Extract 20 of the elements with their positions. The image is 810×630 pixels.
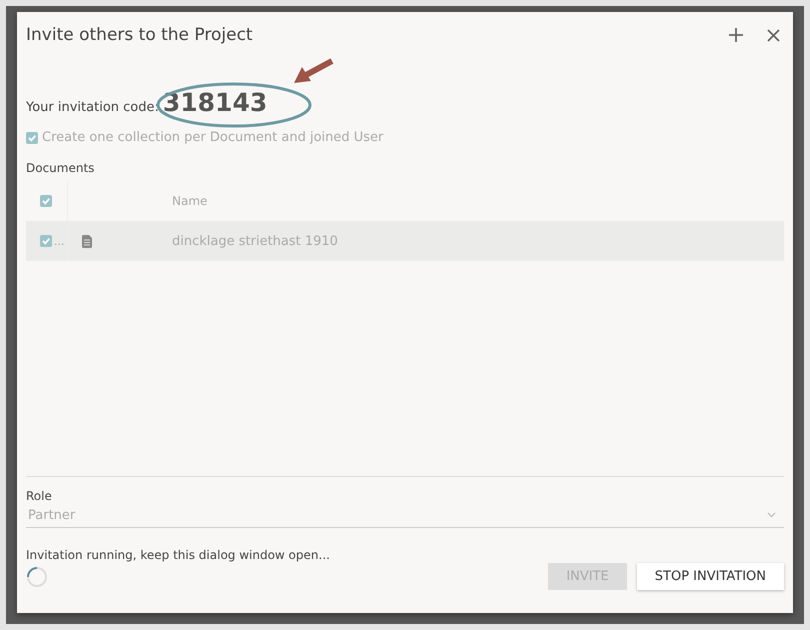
checkbox[interactable] bbox=[40, 195, 52, 207]
chevron-down-icon bbox=[767, 512, 776, 518]
column-header: Name bbox=[172, 194, 208, 208]
status-text: Invitation running, keep this dialog window open... bbox=[26, 548, 330, 562]
invitation-code: 318143 bbox=[162, 88, 268, 117]
field-label: Role bbox=[26, 489, 53, 503]
table-row[interactable]: ... dincklage striethast 1910 bbox=[26, 221, 784, 261]
option-label: Create one collection per Document and joined User bbox=[42, 130, 384, 145]
arrow-icon bbox=[292, 56, 336, 86]
checkbox[interactable] bbox=[40, 235, 52, 247]
checkbox[interactable] bbox=[26, 132, 38, 144]
spinner-icon bbox=[26, 566, 48, 588]
role-select[interactable]: Partner bbox=[26, 503, 784, 528]
document-icon bbox=[82, 234, 92, 248]
table-cell: dincklage striethast 1910 bbox=[172, 234, 338, 248]
dialog-title: Invite others to the Project bbox=[26, 25, 254, 45]
stop-invitation-button[interactable]: STOP INVITATION bbox=[636, 563, 784, 590]
more-menu[interactable]: ... bbox=[54, 234, 64, 248]
section-label: Documents bbox=[26, 161, 96, 175]
code-label: Your invitation code: bbox=[26, 100, 159, 115]
